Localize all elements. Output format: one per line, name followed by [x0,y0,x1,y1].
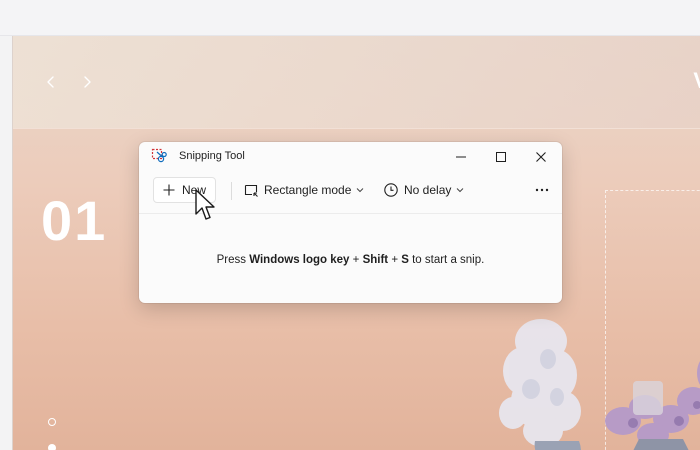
delay-label: No delay [404,183,452,197]
snipping-tool-icon [151,148,167,163]
hero-header-band [13,36,700,128]
chevron-left-icon[interactable] [43,74,59,90]
browser-top-strip [0,0,700,36]
clock-icon [384,183,398,197]
close-icon [536,152,546,162]
more-icon [535,188,549,192]
maximize-icon [496,152,506,162]
chevron-down-icon [457,188,464,193]
close-button[interactable] [521,142,561,172]
mouse-cursor-icon [195,189,215,220]
hint-plus: + [349,254,363,266]
delay-dropdown[interactable]: No delay [379,177,469,203]
hint-plus: + [388,254,402,266]
chevron-right-icon[interactable] [79,74,95,90]
slide-number: 01 [41,189,108,252]
hint-key-s: S [401,254,409,266]
more-options-button[interactable] [529,177,555,203]
maximize-button[interactable] [481,142,521,172]
brand-letter: V [693,68,700,94]
toolbar-divider [231,182,232,200]
minimize-icon [456,156,466,158]
rectangle-mode-icon [244,184,258,197]
flower-vase-image [499,319,700,450]
minimize-button[interactable] [441,142,481,172]
hint-key-shift: Shift [362,254,389,266]
snip-hint-text: Press Windows logo key + Shift + S to st… [139,254,562,266]
hero-divider [13,128,700,129]
snipping-tool-window: Snipping Tool New Rectangle mode No dela… [139,142,562,303]
chevron-down-icon [357,188,364,193]
slide-dot[interactable] [48,418,56,426]
snip-mode-dropdown[interactable]: Rectangle mode [239,177,365,203]
snip-mode-label: Rectangle mode [264,183,352,197]
hint-prefix: Press [216,254,250,266]
window-title: Snipping Tool [179,150,245,162]
hint-key-windows: Windows logo key [249,254,350,266]
slide-dot-active[interactable] [48,444,56,450]
title-bar[interactable]: Snipping Tool [139,142,562,172]
hint-suffix: to start a snip. [408,254,485,266]
plus-icon [163,184,175,196]
